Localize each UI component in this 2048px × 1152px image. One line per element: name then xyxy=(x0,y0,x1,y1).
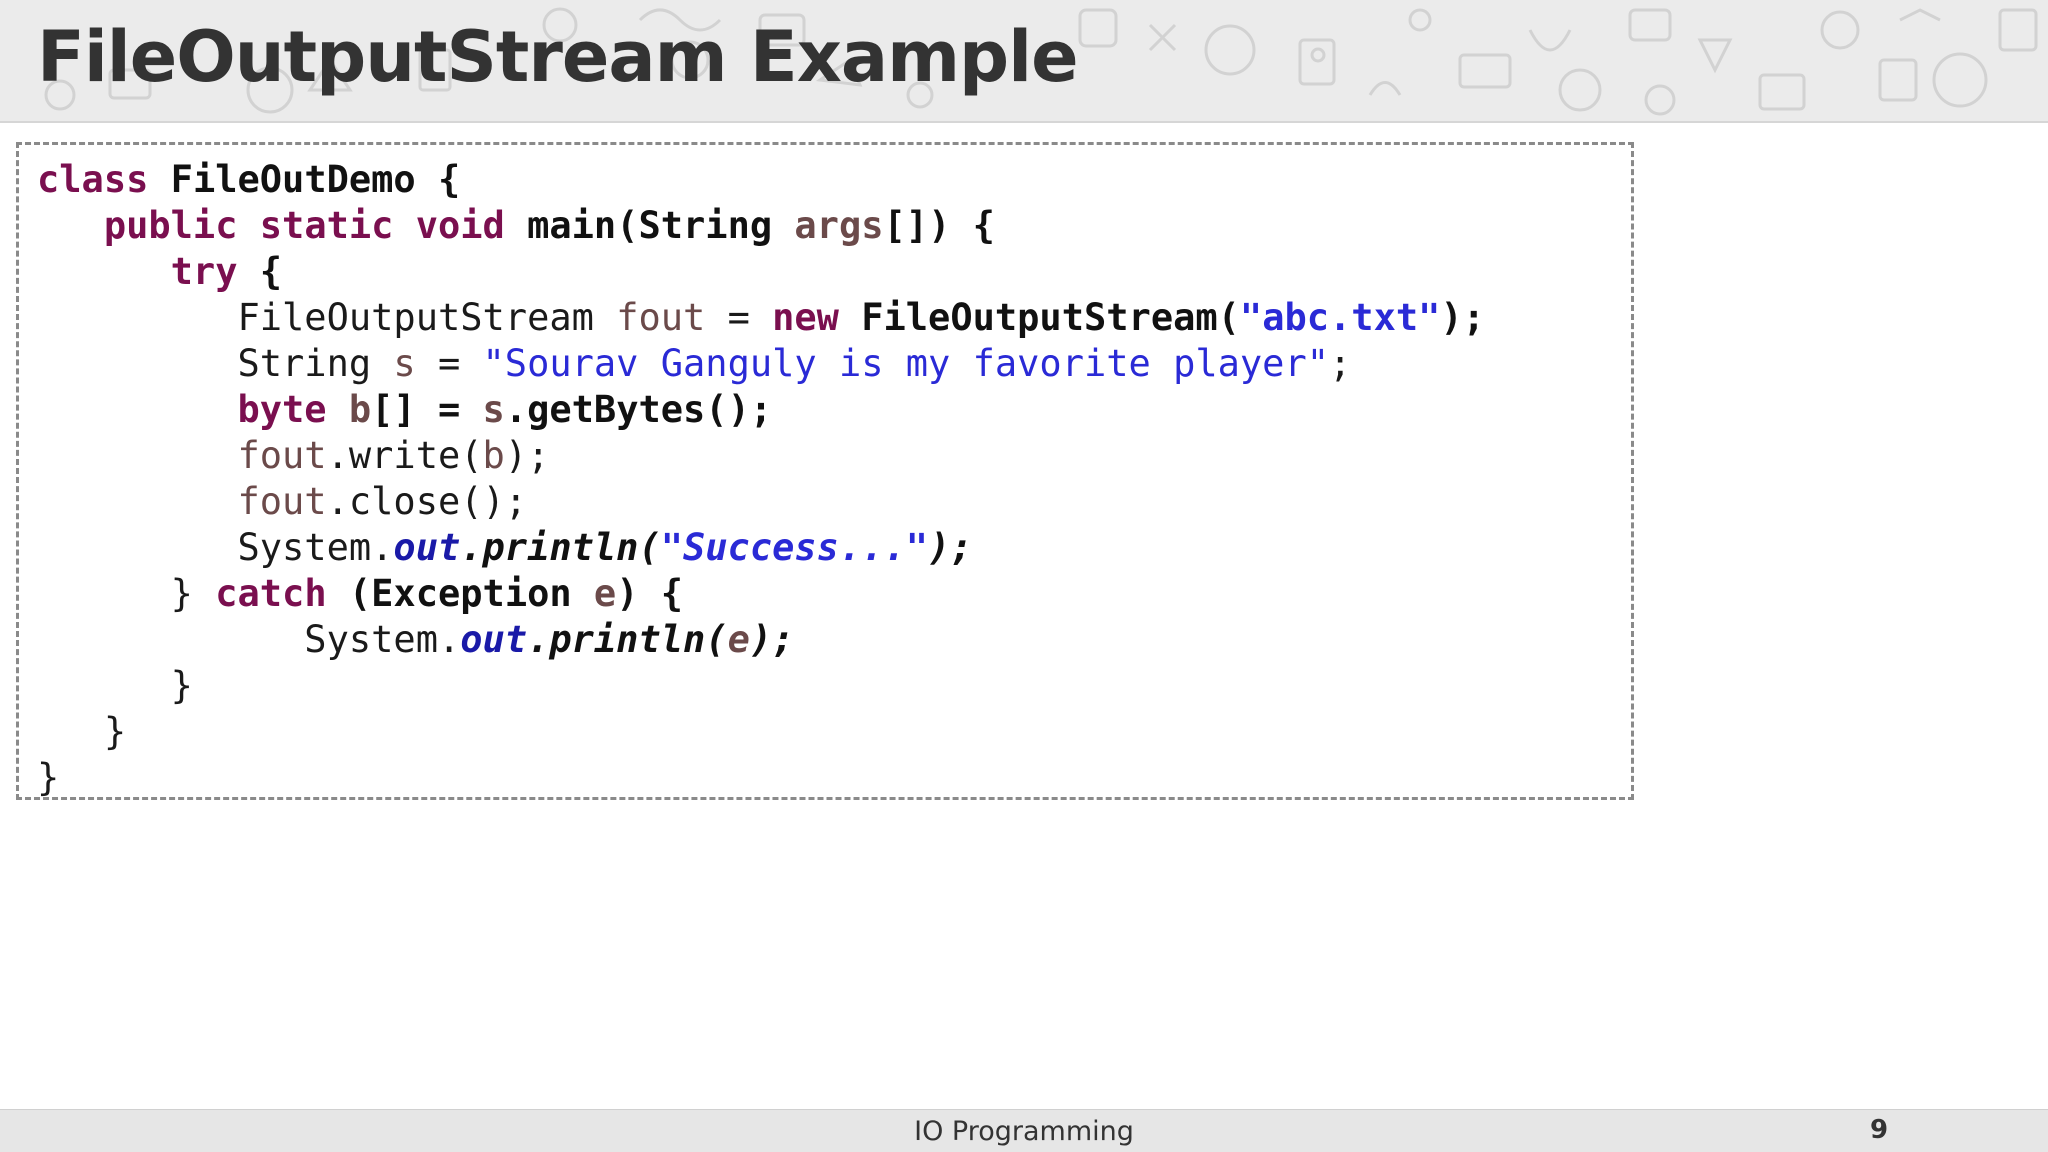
code-line: } xyxy=(37,709,1485,755)
code-token: ; xyxy=(1329,342,1352,385)
code-token: FileOutputStream( xyxy=(838,296,1240,339)
code-line: String s = "Sourav Ganguly is my favorit… xyxy=(37,341,1485,387)
code-token: .println( xyxy=(460,526,661,569)
code-line: } xyxy=(37,755,1485,801)
code-token: new xyxy=(772,296,839,339)
code-token: try xyxy=(170,250,238,293)
code-token: FileOutputStream xyxy=(37,296,617,339)
code-token: String xyxy=(37,342,394,385)
code-token: byte xyxy=(237,388,327,431)
code-token: main(String xyxy=(504,204,795,247)
code-line: } xyxy=(37,663,1485,709)
code-token: .close(); xyxy=(326,480,528,523)
code-token: ); xyxy=(928,526,973,569)
code-line: try { xyxy=(37,249,1485,295)
code-token: s xyxy=(393,342,416,385)
code-token: ); xyxy=(504,434,550,477)
slide: FileOutputStream Example class FileOutDe… xyxy=(0,0,2048,1152)
code-token: [] = xyxy=(371,388,483,431)
code-token: args xyxy=(794,204,884,247)
code-line: System.out.println(e); xyxy=(37,617,1485,663)
code-token: (Exception xyxy=(326,572,594,615)
code-token: .getBytes(); xyxy=(504,388,773,431)
code-token: static xyxy=(259,204,394,247)
code-token: fout xyxy=(237,434,327,477)
code-token: FileOutDemo { xyxy=(148,158,461,201)
code-token: "abc.txt" xyxy=(1239,296,1441,339)
code-token: out xyxy=(460,618,528,661)
code-token: fout xyxy=(237,480,327,523)
code-token: } xyxy=(37,756,60,799)
code-token: out xyxy=(393,526,461,569)
code-token: } xyxy=(37,572,216,615)
code-line: fout.close(); xyxy=(37,479,1485,525)
code-line: public static void main(String args[]) { xyxy=(37,203,1485,249)
code-token: "Sourav Ganguly is my favorite player" xyxy=(482,342,1330,385)
code-token: s xyxy=(482,388,505,431)
code-token: .write( xyxy=(326,434,483,477)
code-token: e xyxy=(727,618,750,661)
code-token: ) { xyxy=(616,572,684,615)
footer: IO Programming 9 xyxy=(0,1109,2048,1152)
code-line: byte b[] = s.getBytes(); xyxy=(37,387,1485,433)
code-token: class xyxy=(37,158,149,201)
code-token: } xyxy=(37,710,127,753)
code-box: class FileOutDemo { public static void m… xyxy=(16,142,1634,800)
code-token: "Success..." xyxy=(660,526,929,569)
code-token: System. xyxy=(37,618,461,661)
code-token: b xyxy=(482,434,505,477)
code-token: b xyxy=(348,388,372,431)
code-token: } xyxy=(37,664,193,707)
code-line: fout.write(b); xyxy=(37,433,1485,479)
code-line: System.out.println("Success..."); xyxy=(37,525,1485,571)
code-token: ); xyxy=(749,618,795,661)
code-line: } catch (Exception e) { xyxy=(37,571,1485,617)
code-token: ); xyxy=(1440,296,1485,339)
page-number: 9 xyxy=(1870,1115,1889,1145)
code-token: void xyxy=(415,204,505,247)
code-token: { xyxy=(237,250,283,293)
code-token: catch xyxy=(215,572,327,615)
code-block: class FileOutDemo { public static void m… xyxy=(37,157,1485,801)
slide-title: FileOutputStream Example xyxy=(37,16,1079,98)
code-token: System. xyxy=(37,526,394,569)
code-token: .println( xyxy=(527,618,728,661)
footer-label: IO Programming xyxy=(914,1116,1134,1147)
code-token: e xyxy=(593,572,617,615)
code-token: = xyxy=(705,296,773,339)
code-token: = xyxy=(415,342,483,385)
code-token: public xyxy=(103,204,238,247)
code-line: class FileOutDemo { xyxy=(37,157,1485,203)
code-token: []) { xyxy=(883,204,995,247)
title-bar: FileOutputStream Example xyxy=(0,0,2048,123)
code-line: FileOutputStream fout = new FileOutputSt… xyxy=(37,295,1485,341)
code-token: fout xyxy=(616,296,706,339)
